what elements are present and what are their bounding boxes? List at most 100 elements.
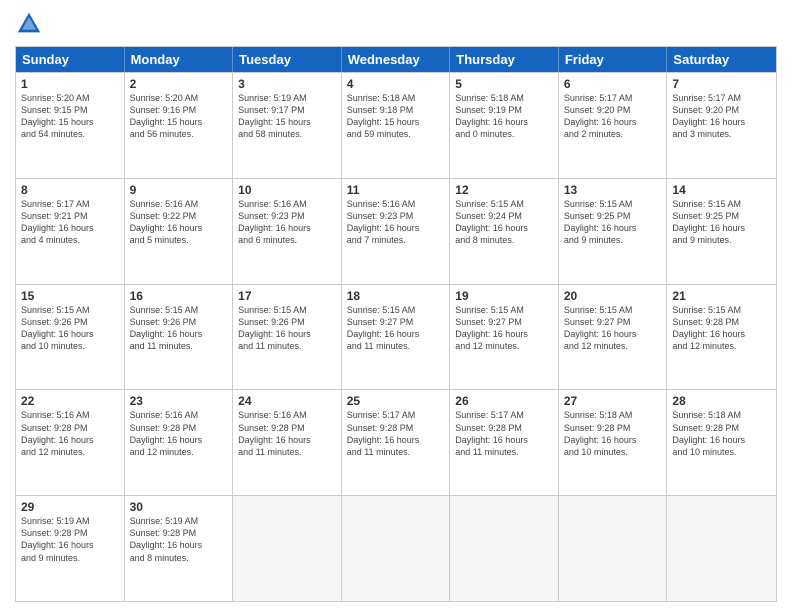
day-number: 17: [238, 289, 336, 303]
day-info: Sunrise: 5:20 AM Sunset: 9:15 PM Dayligh…: [21, 92, 119, 141]
day-cell-10: 10Sunrise: 5:16 AM Sunset: 9:23 PM Dayli…: [233, 179, 342, 284]
day-number: 8: [21, 183, 119, 197]
day-info: Sunrise: 5:15 AM Sunset: 9:26 PM Dayligh…: [238, 304, 336, 353]
day-cell-7: 7Sunrise: 5:17 AM Sunset: 9:20 PM Daylig…: [667, 73, 776, 178]
day-cell-1: 1Sunrise: 5:20 AM Sunset: 9:15 PM Daylig…: [16, 73, 125, 178]
day-cell-30: 30Sunrise: 5:19 AM Sunset: 9:28 PM Dayli…: [125, 496, 234, 601]
calendar-header-row: SundayMondayTuesdayWednesdayThursdayFrid…: [16, 47, 776, 72]
calendar-row-1: 1Sunrise: 5:20 AM Sunset: 9:15 PM Daylig…: [16, 72, 776, 178]
day-number: 25: [347, 394, 445, 408]
day-info: Sunrise: 5:19 AM Sunset: 9:28 PM Dayligh…: [130, 515, 228, 564]
day-cell-14: 14Sunrise: 5:15 AM Sunset: 9:25 PM Dayli…: [667, 179, 776, 284]
day-cell-13: 13Sunrise: 5:15 AM Sunset: 9:25 PM Dayli…: [559, 179, 668, 284]
empty-cell: [559, 496, 668, 601]
header: [15, 10, 777, 38]
day-info: Sunrise: 5:17 AM Sunset: 9:20 PM Dayligh…: [672, 92, 771, 141]
day-info: Sunrise: 5:16 AM Sunset: 9:28 PM Dayligh…: [130, 409, 228, 458]
day-number: 30: [130, 500, 228, 514]
day-number: 10: [238, 183, 336, 197]
day-number: 2: [130, 77, 228, 91]
day-info: Sunrise: 5:16 AM Sunset: 9:28 PM Dayligh…: [238, 409, 336, 458]
day-cell-5: 5Sunrise: 5:18 AM Sunset: 9:19 PM Daylig…: [450, 73, 559, 178]
day-number: 18: [347, 289, 445, 303]
day-info: Sunrise: 5:18 AM Sunset: 9:28 PM Dayligh…: [672, 409, 771, 458]
day-number: 22: [21, 394, 119, 408]
day-number: 16: [130, 289, 228, 303]
day-info: Sunrise: 5:19 AM Sunset: 9:17 PM Dayligh…: [238, 92, 336, 141]
day-number: 28: [672, 394, 771, 408]
empty-cell: [233, 496, 342, 601]
day-number: 3: [238, 77, 336, 91]
day-number: 6: [564, 77, 662, 91]
day-cell-19: 19Sunrise: 5:15 AM Sunset: 9:27 PM Dayli…: [450, 285, 559, 390]
header-cell-thursday: Thursday: [450, 47, 559, 72]
calendar-row-2: 8Sunrise: 5:17 AM Sunset: 9:21 PM Daylig…: [16, 178, 776, 284]
day-number: 23: [130, 394, 228, 408]
day-cell-11: 11Sunrise: 5:16 AM Sunset: 9:23 PM Dayli…: [342, 179, 451, 284]
day-cell-29: 29Sunrise: 5:19 AM Sunset: 9:28 PM Dayli…: [16, 496, 125, 601]
day-cell-26: 26Sunrise: 5:17 AM Sunset: 9:28 PM Dayli…: [450, 390, 559, 495]
day-cell-9: 9Sunrise: 5:16 AM Sunset: 9:22 PM Daylig…: [125, 179, 234, 284]
calendar-row-5: 29Sunrise: 5:19 AM Sunset: 9:28 PM Dayli…: [16, 495, 776, 601]
day-cell-3: 3Sunrise: 5:19 AM Sunset: 9:17 PM Daylig…: [233, 73, 342, 178]
day-info: Sunrise: 5:16 AM Sunset: 9:28 PM Dayligh…: [21, 409, 119, 458]
day-number: 29: [21, 500, 119, 514]
day-number: 14: [672, 183, 771, 197]
page: SundayMondayTuesdayWednesdayThursdayFrid…: [0, 0, 792, 612]
day-cell-17: 17Sunrise: 5:15 AM Sunset: 9:26 PM Dayli…: [233, 285, 342, 390]
day-info: Sunrise: 5:19 AM Sunset: 9:28 PM Dayligh…: [21, 515, 119, 564]
calendar: SundayMondayTuesdayWednesdayThursdayFrid…: [15, 46, 777, 602]
empty-cell: [450, 496, 559, 601]
day-cell-16: 16Sunrise: 5:15 AM Sunset: 9:26 PM Dayli…: [125, 285, 234, 390]
day-number: 13: [564, 183, 662, 197]
calendar-body: 1Sunrise: 5:20 AM Sunset: 9:15 PM Daylig…: [16, 72, 776, 601]
day-info: Sunrise: 5:17 AM Sunset: 9:20 PM Dayligh…: [564, 92, 662, 141]
day-info: Sunrise: 5:16 AM Sunset: 9:22 PM Dayligh…: [130, 198, 228, 247]
day-info: Sunrise: 5:15 AM Sunset: 9:27 PM Dayligh…: [347, 304, 445, 353]
day-info: Sunrise: 5:15 AM Sunset: 9:28 PM Dayligh…: [672, 304, 771, 353]
day-cell-25: 25Sunrise: 5:17 AM Sunset: 9:28 PM Dayli…: [342, 390, 451, 495]
day-number: 21: [672, 289, 771, 303]
day-number: 4: [347, 77, 445, 91]
day-cell-4: 4Sunrise: 5:18 AM Sunset: 9:18 PM Daylig…: [342, 73, 451, 178]
day-cell-8: 8Sunrise: 5:17 AM Sunset: 9:21 PM Daylig…: [16, 179, 125, 284]
header-cell-tuesday: Tuesday: [233, 47, 342, 72]
day-cell-23: 23Sunrise: 5:16 AM Sunset: 9:28 PM Dayli…: [125, 390, 234, 495]
day-info: Sunrise: 5:20 AM Sunset: 9:16 PM Dayligh…: [130, 92, 228, 141]
day-number: 1: [21, 77, 119, 91]
day-cell-15: 15Sunrise: 5:15 AM Sunset: 9:26 PM Dayli…: [16, 285, 125, 390]
day-info: Sunrise: 5:16 AM Sunset: 9:23 PM Dayligh…: [347, 198, 445, 247]
day-number: 27: [564, 394, 662, 408]
day-info: Sunrise: 5:15 AM Sunset: 9:26 PM Dayligh…: [130, 304, 228, 353]
day-number: 9: [130, 183, 228, 197]
logo-icon: [15, 10, 43, 38]
day-number: 7: [672, 77, 771, 91]
day-cell-6: 6Sunrise: 5:17 AM Sunset: 9:20 PM Daylig…: [559, 73, 668, 178]
header-cell-saturday: Saturday: [667, 47, 776, 72]
day-cell-2: 2Sunrise: 5:20 AM Sunset: 9:16 PM Daylig…: [125, 73, 234, 178]
day-cell-12: 12Sunrise: 5:15 AM Sunset: 9:24 PM Dayli…: [450, 179, 559, 284]
day-number: 11: [347, 183, 445, 197]
day-info: Sunrise: 5:15 AM Sunset: 9:27 PM Dayligh…: [455, 304, 553, 353]
day-cell-20: 20Sunrise: 5:15 AM Sunset: 9:27 PM Dayli…: [559, 285, 668, 390]
logo: [15, 10, 47, 38]
day-info: Sunrise: 5:17 AM Sunset: 9:28 PM Dayligh…: [347, 409, 445, 458]
day-cell-21: 21Sunrise: 5:15 AM Sunset: 9:28 PM Dayli…: [667, 285, 776, 390]
day-info: Sunrise: 5:15 AM Sunset: 9:25 PM Dayligh…: [672, 198, 771, 247]
day-cell-28: 28Sunrise: 5:18 AM Sunset: 9:28 PM Dayli…: [667, 390, 776, 495]
day-number: 24: [238, 394, 336, 408]
empty-cell: [667, 496, 776, 601]
empty-cell: [342, 496, 451, 601]
day-cell-24: 24Sunrise: 5:16 AM Sunset: 9:28 PM Dayli…: [233, 390, 342, 495]
day-number: 26: [455, 394, 553, 408]
day-info: Sunrise: 5:15 AM Sunset: 9:27 PM Dayligh…: [564, 304, 662, 353]
header-cell-friday: Friday: [559, 47, 668, 72]
day-info: Sunrise: 5:18 AM Sunset: 9:19 PM Dayligh…: [455, 92, 553, 141]
day-number: 12: [455, 183, 553, 197]
day-cell-18: 18Sunrise: 5:15 AM Sunset: 9:27 PM Dayli…: [342, 285, 451, 390]
header-cell-sunday: Sunday: [16, 47, 125, 72]
day-number: 15: [21, 289, 119, 303]
day-number: 20: [564, 289, 662, 303]
day-info: Sunrise: 5:18 AM Sunset: 9:28 PM Dayligh…: [564, 409, 662, 458]
day-info: Sunrise: 5:17 AM Sunset: 9:28 PM Dayligh…: [455, 409, 553, 458]
